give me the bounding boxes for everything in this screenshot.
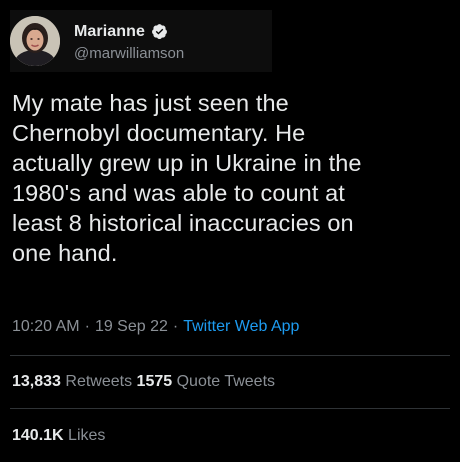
verified-badge-icon <box>152 24 167 40</box>
quote-tweets-label: Quote Tweets <box>176 373 276 390</box>
avatar[interactable] <box>10 16 60 66</box>
likes-count: 140.1K <box>12 427 64 444</box>
tweet-text-line: 1980's and was able to count at <box>12 180 345 206</box>
quote-tweets-stat[interactable]: 1575 Quote Tweets <box>137 373 275 390</box>
likes-stat[interactable]: 140.1K Likes <box>12 427 105 444</box>
likes-stats: 140.1K Likes <box>12 427 105 445</box>
author-handle[interactable]: @marwilliamson <box>74 45 184 62</box>
tweet-text-line: Chernobyl documentary. He <box>12 120 306 146</box>
retweets-count: 13,833 <box>12 373 61 390</box>
tweet-author-header: Marianne @marwilliamson <box>10 10 272 72</box>
tweet-date[interactable]: 19 Sep 22 <box>95 318 168 335</box>
tweet-time[interactable]: 10:20 AM <box>12 318 80 335</box>
tweet-text-line: actually grew up in Ukraine in the <box>12 150 362 176</box>
retweets-label: Retweets <box>65 373 133 390</box>
tweet-text: My mate has just seen the Chernobyl docu… <box>12 88 452 268</box>
tweet-text-line: My mate has just seen the <box>12 90 289 116</box>
divider <box>10 408 450 409</box>
avatar-photo <box>10 16 60 66</box>
retweets-stat[interactable]: 13,833 Retweets <box>12 373 132 390</box>
tweet-text-line: least 8 historical inaccuracies on <box>12 210 354 236</box>
divider <box>10 355 450 356</box>
author-names: Marianne @marwilliamson <box>74 21 184 62</box>
display-name-row: Marianne <box>74 21 184 43</box>
quote-tweets-count: 1575 <box>136 373 173 390</box>
tweet-text-line: one hand. <box>12 240 118 266</box>
source-app-link[interactable]: Twitter Web App <box>183 318 299 335</box>
engagement-stats: 13,833 Retweets 1575 Quote Tweets <box>12 373 275 391</box>
tweet-meta: 10:20 AM · 19 Sep 22 · Twitter Web App <box>12 318 299 336</box>
meta-separator: · <box>84 318 90 335</box>
likes-label: Likes <box>68 427 106 444</box>
meta-separator: · <box>172 318 179 335</box>
display-name[interactable]: Marianne <box>74 23 145 41</box>
